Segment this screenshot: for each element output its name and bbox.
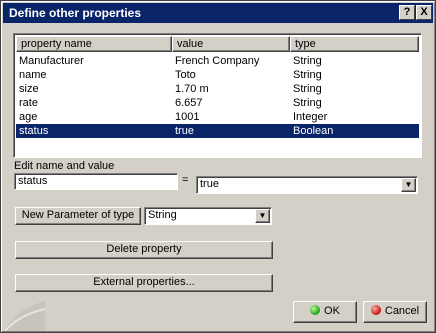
cell-property-name: rate xyxy=(19,97,38,109)
title-bar[interactable]: Define other properties ? X xyxy=(3,3,433,23)
green-dot-icon xyxy=(310,305,321,315)
cell-type: Boolean xyxy=(293,125,334,137)
chevron-down-icon[interactable]: ▼ xyxy=(255,209,270,223)
properties-list[interactable]: property name value type Manufacturer Fr… xyxy=(13,33,422,158)
cell-type: Integer xyxy=(293,111,328,123)
cell-type: String xyxy=(293,83,322,95)
cell-type: String xyxy=(293,69,322,81)
dialog-window: Define other properties ? X property nam… xyxy=(0,0,436,333)
cell-type: String xyxy=(293,97,322,109)
list-row[interactable]: size 1.70 m String xyxy=(16,82,419,96)
dialog-title: Define other properties xyxy=(9,6,142,20)
property-value-selected: true xyxy=(200,178,219,190)
equals-label: = xyxy=(182,174,189,186)
properties-list-body: property name value type Manufacturer Fr… xyxy=(16,36,419,155)
property-name-input[interactable]: status xyxy=(14,173,178,190)
red-dot-icon xyxy=(370,305,381,315)
cell-property-name: size xyxy=(19,83,39,95)
cell-value: 1.70 m xyxy=(175,83,209,95)
cell-value: true xyxy=(175,125,194,137)
property-value-select[interactable]: true ▼ xyxy=(196,176,418,194)
parameter-type-select[interactable]: String ▼ xyxy=(144,207,272,225)
cell-type: String xyxy=(293,55,322,67)
ok-label: OK xyxy=(324,305,340,317)
cell-value: 6.657 xyxy=(175,97,203,109)
column-header-type[interactable]: type xyxy=(290,36,419,52)
new-parameter-button[interactable]: New Parameter of type xyxy=(15,207,141,225)
help-button[interactable]: ? xyxy=(399,5,415,20)
list-row[interactable]: name Toto String xyxy=(16,68,419,82)
parameter-type-selected: String xyxy=(148,209,177,221)
cell-property-name: name xyxy=(19,69,47,81)
column-header-property-name[interactable]: property name xyxy=(16,36,172,52)
cell-value: Toto xyxy=(175,69,196,81)
list-row[interactable]: Manufacturer French Company String xyxy=(16,54,419,68)
external-properties-button[interactable]: External properties... xyxy=(15,274,273,292)
decorative-corner-graphic xyxy=(5,301,45,331)
cell-property-name: Manufacturer xyxy=(19,55,84,67)
cell-property-name: status xyxy=(19,125,49,137)
list-row[interactable]: age 1001 Integer xyxy=(16,110,419,124)
cancel-button[interactable]: Cancel xyxy=(363,301,427,323)
chevron-down-icon[interactable]: ▼ xyxy=(401,178,416,192)
list-row[interactable]: rate 6.657 String xyxy=(16,96,419,110)
close-button[interactable]: X xyxy=(416,5,432,20)
edit-name-value-label: Edit name and value xyxy=(14,160,115,172)
list-row[interactable]: status true Boolean xyxy=(16,124,419,138)
delete-property-button[interactable]: Delete property xyxy=(15,241,273,259)
cell-value: 1001 xyxy=(175,111,200,123)
cell-property-name: age xyxy=(19,111,38,123)
column-header-value[interactable]: value xyxy=(172,36,290,52)
ok-button[interactable]: OK xyxy=(293,301,357,323)
cancel-label: Cancel xyxy=(384,305,420,317)
cell-value: French Company xyxy=(175,55,260,67)
